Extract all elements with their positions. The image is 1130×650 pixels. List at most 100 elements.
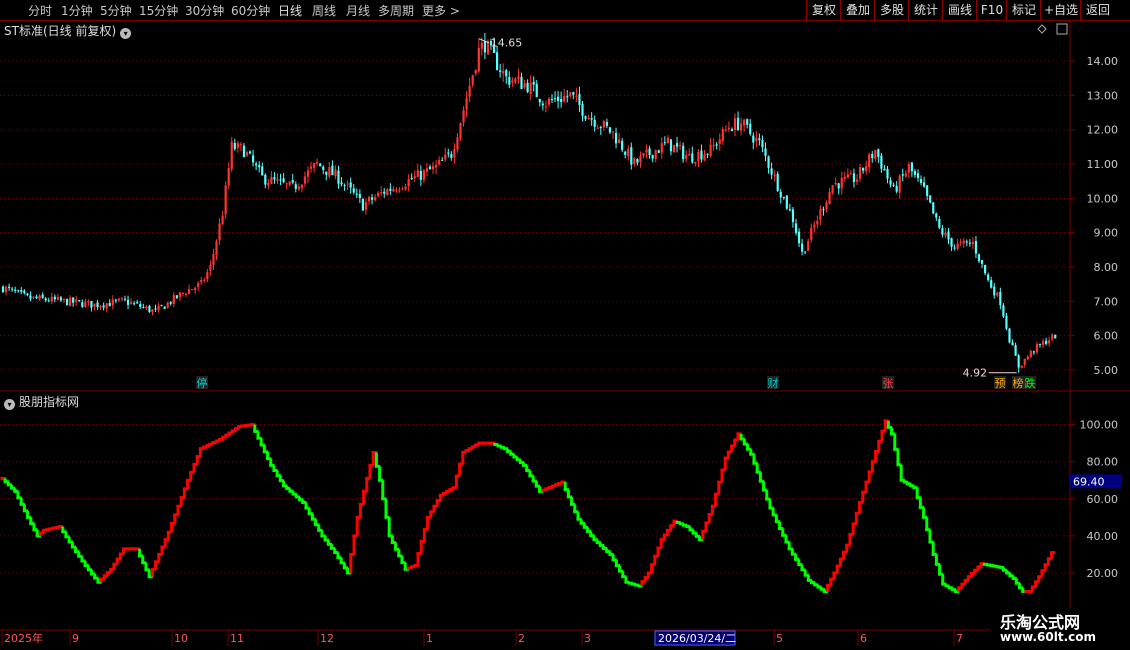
candle-body bbox=[679, 145, 682, 147]
candle-body bbox=[477, 47, 480, 72]
candle-body bbox=[215, 241, 218, 256]
candle-body bbox=[380, 192, 383, 194]
candle-body bbox=[468, 85, 471, 97]
candle-body bbox=[807, 241, 810, 251]
candle-body bbox=[480, 42, 483, 49]
candle-body bbox=[764, 148, 767, 156]
candle-body bbox=[700, 150, 703, 160]
event-marker[interactable]: 跌 bbox=[1025, 376, 1036, 390]
candle-body bbox=[178, 292, 181, 297]
candle-body bbox=[566, 96, 569, 98]
candle-body bbox=[895, 185, 898, 192]
candle-body bbox=[358, 194, 361, 199]
candle-body bbox=[242, 145, 246, 158]
candle-body bbox=[852, 173, 856, 183]
candle-body bbox=[581, 103, 584, 116]
candle-body bbox=[87, 300, 90, 303]
ytick-label-sub: 60.00 bbox=[1087, 493, 1119, 506]
candle-body bbox=[550, 99, 554, 101]
candle-body bbox=[1017, 355, 1020, 368]
candle-body bbox=[41, 294, 44, 298]
candle-body bbox=[819, 209, 822, 220]
candle-body bbox=[1048, 340, 1051, 344]
candle-body bbox=[53, 296, 56, 300]
candle-body bbox=[645, 149, 648, 153]
candle-body bbox=[303, 176, 307, 184]
candle-body bbox=[508, 76, 511, 85]
candle-body bbox=[691, 153, 694, 163]
candle-body bbox=[599, 127, 602, 129]
date-label: 12 bbox=[320, 632, 334, 645]
candle-body bbox=[236, 143, 239, 148]
candle-body bbox=[962, 240, 965, 244]
candle-body bbox=[703, 154, 706, 161]
candle-body bbox=[1026, 356, 1029, 360]
candle-body bbox=[514, 78, 517, 83]
candle-body bbox=[782, 196, 785, 198]
candle-body bbox=[404, 186, 407, 190]
panel-diamond-icon[interactable] bbox=[1037, 24, 1047, 34]
candle-body bbox=[828, 192, 831, 205]
candle-body bbox=[511, 80, 514, 83]
candle-body bbox=[1035, 344, 1039, 353]
candle-body bbox=[544, 106, 547, 108]
candle-body bbox=[752, 135, 755, 143]
event-marker[interactable]: 张 bbox=[883, 377, 894, 390]
date-label: 9 bbox=[72, 632, 79, 645]
candle-body bbox=[291, 180, 294, 183]
candle-body bbox=[99, 306, 102, 308]
candle-body bbox=[288, 181, 291, 185]
event-marker[interactable]: 预 bbox=[995, 377, 1006, 390]
candle-body bbox=[11, 288, 14, 290]
candle-body bbox=[35, 296, 38, 299]
candle-body bbox=[575, 95, 578, 97]
candle-body bbox=[926, 185, 929, 196]
panel-menu-icon[interactable]: ▾ bbox=[120, 28, 132, 39]
panel-collapse-icon[interactable]: ▾ bbox=[4, 399, 15, 410]
event-marker[interactable]: 榜 bbox=[1013, 376, 1024, 390]
candle-body bbox=[858, 167, 862, 179]
panel-maximize-icon[interactable] bbox=[1056, 23, 1068, 35]
candle-body bbox=[563, 96, 566, 102]
candle-body bbox=[877, 149, 880, 158]
candle-body bbox=[993, 286, 996, 296]
candle-body bbox=[1054, 334, 1057, 339]
candle-body bbox=[901, 174, 904, 176]
candle-body bbox=[868, 154, 871, 168]
candle-body bbox=[297, 186, 300, 190]
candle-body bbox=[974, 241, 978, 254]
candle-body bbox=[675, 143, 679, 147]
candle-body bbox=[755, 137, 758, 142]
candle-body bbox=[96, 302, 99, 308]
candle-body bbox=[69, 297, 72, 306]
candle-body bbox=[245, 152, 249, 156]
candle-body bbox=[959, 242, 962, 244]
candle-body bbox=[47, 300, 50, 302]
candle-body bbox=[1005, 315, 1008, 329]
candle-body bbox=[740, 123, 743, 131]
ytick-label-main: 8.00 bbox=[1094, 261, 1119, 274]
candle-body bbox=[825, 202, 828, 210]
candle-body bbox=[230, 141, 233, 170]
date-label: 2 bbox=[518, 632, 525, 645]
event-marker[interactable]: 停 bbox=[197, 376, 208, 390]
candle-body bbox=[682, 145, 685, 160]
candle-body bbox=[78, 300, 81, 302]
candle-body bbox=[712, 144, 715, 147]
ytick-label-main: 12.00 bbox=[1087, 124, 1119, 137]
candle-body bbox=[758, 138, 761, 141]
candle-body bbox=[59, 297, 63, 301]
event-marker[interactable]: 财 bbox=[768, 376, 779, 390]
candle-body bbox=[730, 129, 734, 132]
candle-body bbox=[32, 296, 35, 298]
candle-body bbox=[337, 170, 340, 184]
candle-body bbox=[697, 151, 700, 162]
candle-body bbox=[386, 189, 389, 195]
date-label: 6 bbox=[860, 632, 867, 645]
candle-body bbox=[120, 298, 124, 300]
candle-body bbox=[529, 82, 532, 95]
candle-body bbox=[255, 163, 258, 166]
ytick-label-main: 10.00 bbox=[1087, 192, 1119, 205]
candle-body bbox=[694, 161, 697, 164]
candle-body bbox=[313, 163, 316, 168]
